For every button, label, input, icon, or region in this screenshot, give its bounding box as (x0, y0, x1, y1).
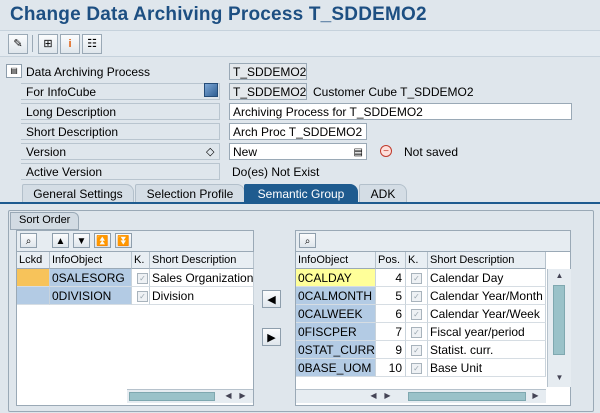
column-header[interactable]: Short Description (428, 252, 546, 269)
key-checkbox: ✓ (406, 269, 428, 287)
hierarchy-icon[interactable]: ⊞ (38, 34, 58, 54)
version-value: New (233, 145, 258, 159)
short-description-input[interactable]: Arch Proc T_SDDEMO2 (229, 123, 367, 140)
table-row: Calendar Day (428, 269, 546, 287)
column-header[interactable]: InfoObject (50, 252, 132, 269)
lock-cell[interactable] (17, 269, 50, 287)
table-row: Division (150, 287, 254, 305)
document-icon[interactable]: ▤ (6, 64, 22, 78)
horizontal-scrollbar[interactable]: ◀ ▶ ▶ (296, 389, 546, 403)
key-checkbox: ✓ (132, 269, 150, 287)
column-header[interactable]: K. (406, 252, 428, 269)
archiving-process-field: T_SDDEMO2 (229, 63, 307, 80)
key-checkbox: ✓ (406, 287, 428, 305)
table-row: Calendar Year/Month (428, 287, 546, 305)
table-row[interactable]: 0CALMONTH (296, 287, 376, 305)
tab-strip: General Settings Selection Profile Seman… (0, 184, 600, 203)
header-label: Data Archiving Process (26, 65, 151, 79)
scroll-right-end-icon[interactable]: ▶ (530, 391, 541, 401)
scroll-left-icon[interactable]: ◀ (368, 391, 379, 401)
column-header[interactable]: K. (132, 252, 150, 269)
version-status: Not saved (404, 145, 459, 159)
left-table: ⌕ ▲ ▼ ⏫ ⏬ Lckd InfoObject K. Short Descr… (16, 230, 254, 406)
key-checkbox: ✓ (132, 287, 150, 305)
short-desc-label: Short Description (26, 125, 119, 139)
scroll-thumb[interactable] (553, 285, 565, 355)
table-row[interactable]: 0BASE_UOM (296, 359, 376, 377)
position-cell: 7 (376, 323, 406, 341)
move-right-button[interactable]: ▶ (262, 328, 281, 346)
column-header[interactable]: Lckd (17, 252, 50, 269)
toolbar-separator (32, 35, 33, 52)
group-title: Sort Order (10, 212, 80, 230)
key-checkbox: ✓ (406, 359, 428, 377)
tab-adk[interactable]: ADK (359, 184, 407, 202)
cube-icon (204, 83, 218, 97)
column-header[interactable]: Short Description (150, 252, 254, 269)
table-toolbar: ⌕ ▲ ▼ ⏫ ⏬ (17, 231, 253, 252)
position-cell: 5 (376, 287, 406, 305)
binoculars-icon[interactable]: ⌕ (299, 233, 316, 248)
pencil-glasses-icon[interactable]: ✎ (8, 34, 28, 54)
long-desc-label: Long Description (26, 105, 117, 119)
right-table: ⌕ InfoObject Pos. K. Short Description 0… (295, 230, 571, 406)
table-row: Base Unit (428, 359, 546, 377)
key-checkbox: ✓ (406, 323, 428, 341)
infocube-description: Customer Cube T_SDDEMO2 (313, 85, 474, 99)
table-row: Statist. curr. (428, 341, 546, 359)
page-title: Change Data Archiving Process T_SDDEMO2 (10, 4, 427, 25)
diamond-icon: ◇ (206, 146, 215, 158)
move-bottom-icon[interactable]: ⏬ (115, 233, 132, 248)
scroll-left-icon[interactable]: ◀ (223, 391, 234, 401)
position-cell: 9 (376, 341, 406, 359)
scroll-right-icon[interactable]: ▶ (237, 391, 248, 401)
vertical-scrollbar[interactable]: ▲ ▼ (547, 269, 571, 387)
position-cell: 4 (376, 269, 406, 287)
version-select[interactable]: New ▤ (229, 143, 367, 160)
position-cell: 10 (376, 359, 406, 377)
active-version-label: Active Version (26, 165, 103, 179)
table-row[interactable]: 0CALDAY (296, 269, 376, 287)
table-row[interactable]: 0DIVISION (50, 287, 132, 305)
column-header[interactable]: Pos. (376, 252, 406, 269)
key-checkbox: ✓ (406, 305, 428, 323)
move-left-button[interactable]: ◀ (262, 290, 281, 308)
move-up-icon[interactable]: ▲ (52, 233, 69, 248)
status-icon: − (380, 145, 392, 157)
info-icon[interactable]: i (60, 34, 80, 54)
table-row[interactable]: 0STAT_CURR (296, 341, 376, 359)
move-down-icon[interactable]: ▼ (73, 233, 90, 248)
version-label: Version (26, 145, 67, 159)
position-cell: 6 (376, 305, 406, 323)
infocube-label: For InfoCube (26, 85, 97, 99)
key-checkbox: ✓ (406, 341, 428, 359)
table-row[interactable]: 0FISCPER (296, 323, 376, 341)
scroll-down-icon[interactable]: ▼ (554, 373, 565, 383)
tab-general-settings[interactable]: General Settings (22, 184, 134, 202)
table-row: Calendar Year/Week (428, 305, 546, 323)
infocube-field: T_SDDEMO2 (229, 83, 307, 100)
tab-selection-profile[interactable]: Selection Profile (135, 184, 245, 202)
dropdown-icon[interactable]: ▤ (354, 144, 363, 161)
table-toolbar: ⌕ (296, 231, 570, 252)
scroll-thumb[interactable] (408, 392, 526, 401)
column-header[interactable]: InfoObject (296, 252, 376, 269)
table-row[interactable]: 0CALWEEK (296, 305, 376, 323)
table-row: Sales Organization (150, 269, 254, 287)
horizontal-scrollbar[interactable]: ◀ ▶ (127, 389, 253, 403)
structure-icon[interactable]: ☷ (82, 34, 102, 54)
scroll-right-icon[interactable]: ▶ (382, 391, 393, 401)
long-description-input[interactable]: Archiving Process for T_SDDEMO2 (229, 103, 572, 120)
tab-underline (0, 202, 600, 204)
active-version-value: Do(es) Not Exist (232, 165, 320, 179)
tab-semantic-group[interactable]: Semantic Group (244, 184, 358, 202)
binoculars-icon[interactable]: ⌕ (20, 233, 37, 248)
scroll-thumb[interactable] (129, 392, 215, 401)
move-top-icon[interactable]: ⏫ (94, 233, 111, 248)
table-row[interactable]: 0SALESORG (50, 269, 132, 287)
scroll-up-icon[interactable]: ▲ (554, 271, 565, 281)
application-toolbar: ✎ ⊞ i ☷ (0, 30, 600, 57)
lock-cell[interactable] (17, 287, 50, 305)
table-row: Fiscal year/period (428, 323, 546, 341)
